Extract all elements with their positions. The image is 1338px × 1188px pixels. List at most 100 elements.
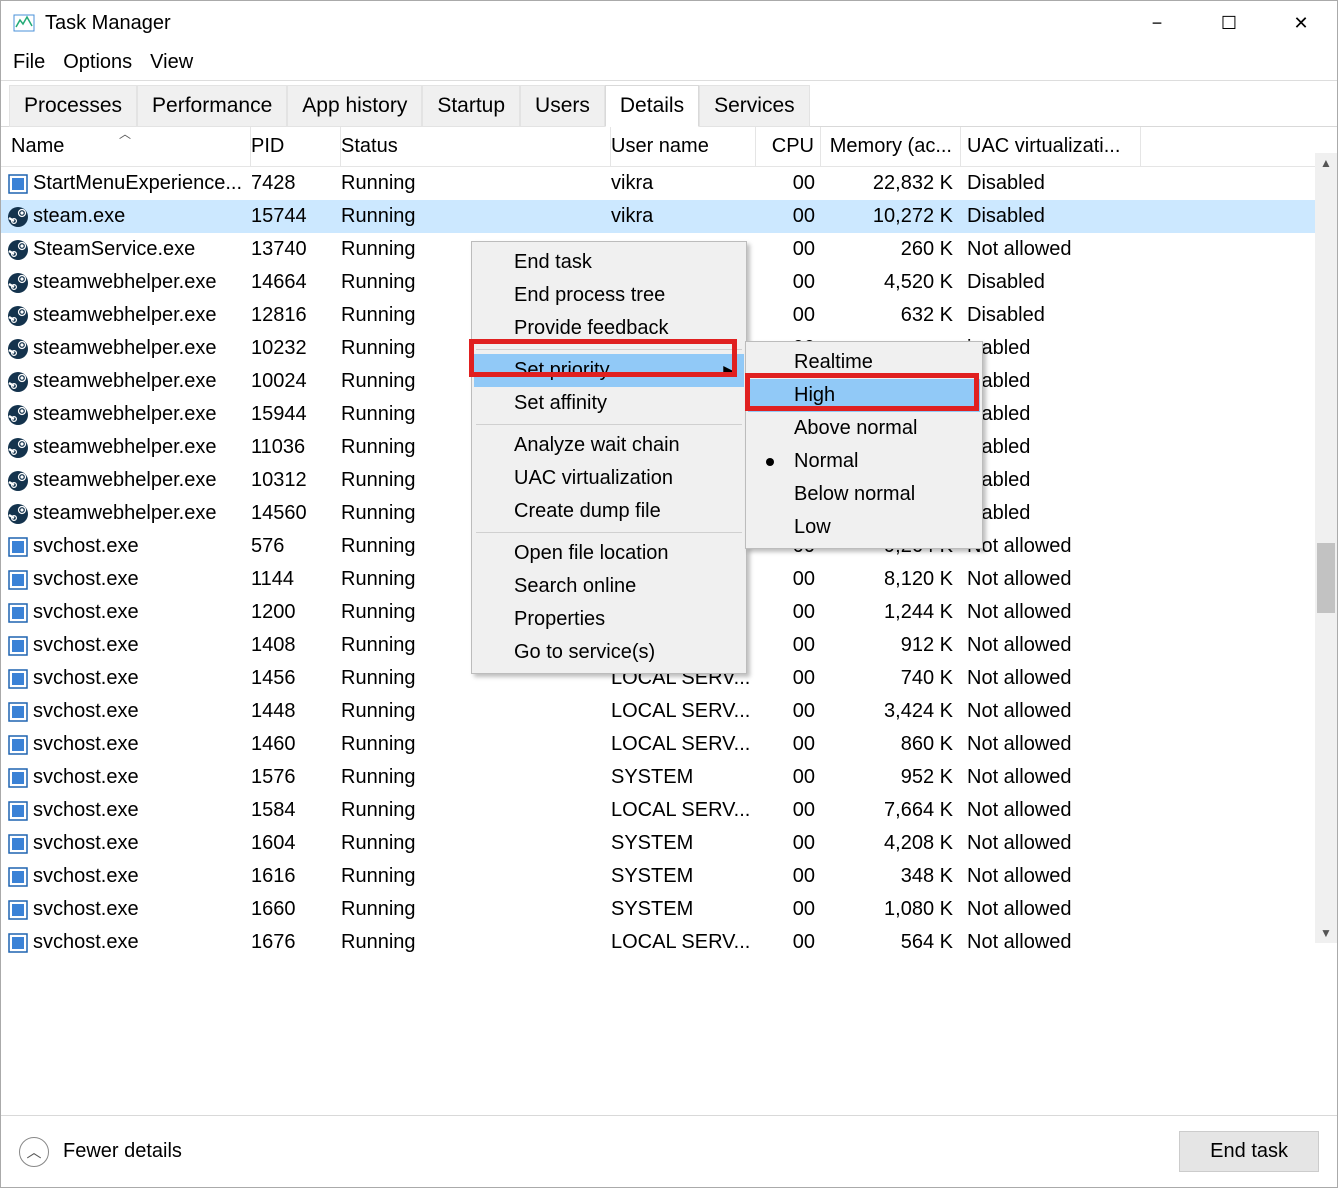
- titlebar: Task Manager − ☐ ✕: [1, 1, 1337, 45]
- menu-item[interactable]: Open file location: [474, 537, 744, 570]
- table-row[interactable]: svchost.exe1676RunningLOCAL SERV...00564…: [1, 926, 1337, 959]
- menu-item[interactable]: Create dump file: [474, 495, 744, 528]
- close-button[interactable]: ✕: [1265, 1, 1337, 45]
- submenu-item[interactable]: Above normal: [748, 412, 980, 445]
- table-row[interactable]: svchost.exe1584RunningLOCAL SERV...007,6…: [1, 794, 1337, 827]
- submenu-label: Normal: [794, 450, 858, 472]
- process-name: steamwebhelper.exe: [33, 436, 216, 459]
- process-cpu: 00: [756, 601, 821, 624]
- menubar: File Options View: [1, 45, 1337, 81]
- table-row[interactable]: svchost.exe1460RunningLOCAL SERV...00860…: [1, 728, 1337, 761]
- process-cpu: 00: [756, 667, 821, 690]
- process-cpu: 00: [756, 304, 821, 327]
- process-cpu: 00: [756, 700, 821, 723]
- process-memory: 4,520 K: [821, 271, 961, 294]
- col-status[interactable]: Status: [341, 127, 611, 166]
- menu-item[interactable]: Go to service(s): [474, 636, 744, 669]
- tabstrip: Processes Performance App history Startu…: [1, 81, 1337, 127]
- process-uac: isabled: [961, 469, 1141, 492]
- process-name: svchost.exe: [33, 568, 139, 591]
- process-user: LOCAL SERV...: [611, 733, 756, 756]
- submenu-item[interactable]: Low: [748, 511, 980, 544]
- menu-item[interactable]: End task: [474, 246, 744, 279]
- fewer-details-button[interactable]: ︿ Fewer details: [19, 1137, 182, 1167]
- process-name: svchost.exe: [33, 634, 139, 657]
- table-row[interactable]: svchost.exe1616RunningSYSTEM00348 KNot a…: [1, 860, 1337, 893]
- priority-submenu: Realtime High Above normal Normal Below norm…: [745, 341, 983, 549]
- submenu-label: High: [794, 384, 835, 406]
- checked-dot-icon: [766, 458, 774, 466]
- process-name: steamwebhelper.exe: [33, 469, 216, 492]
- process-memory: 8,120 K: [821, 568, 961, 591]
- tab-processes[interactable]: Processes: [9, 85, 137, 127]
- menu-item[interactable]: UAC virtualization: [474, 462, 744, 495]
- col-pid[interactable]: PID: [251, 127, 341, 166]
- process-uac: isabled: [961, 502, 1141, 525]
- tab-services[interactable]: Services: [699, 85, 810, 127]
- col-uac[interactable]: UAC virtualizati...: [961, 127, 1141, 166]
- table-row[interactable]: svchost.exe1660RunningSYSTEM001,080 KNot…: [1, 893, 1337, 926]
- process-icon: [7, 305, 29, 327]
- tab-performance[interactable]: Performance: [137, 85, 287, 127]
- process-pid: 1676: [251, 931, 341, 954]
- submenu-item[interactable]: Normal: [748, 445, 980, 478]
- process-name: steamwebhelper.exe: [33, 502, 216, 525]
- process-pid: 15944: [251, 403, 341, 426]
- tab-startup[interactable]: Startup: [422, 85, 520, 127]
- process-user: SYSTEM: [611, 766, 756, 789]
- submenu-item[interactable]: Below normal: [748, 478, 980, 511]
- col-user[interactable]: User name: [611, 127, 756, 166]
- menu-view[interactable]: View: [144, 49, 199, 76]
- process-status: Running: [341, 766, 611, 789]
- maximize-button[interactable]: ☐: [1193, 1, 1265, 45]
- process-pid: 15744: [251, 205, 341, 228]
- process-icon: [7, 800, 29, 822]
- end-task-button[interactable]: End task: [1179, 1131, 1319, 1172]
- table-row[interactable]: StartMenuExperience...7428Runningvikra00…: [1, 167, 1337, 200]
- tab-users[interactable]: Users: [520, 85, 605, 127]
- process-pid: 576: [251, 535, 341, 558]
- table-row[interactable]: svchost.exe1576RunningSYSTEM00952 KNot a…: [1, 761, 1337, 794]
- submenu-item[interactable]: Realtime: [748, 346, 980, 379]
- tab-details[interactable]: Details: [605, 85, 699, 127]
- process-pid: 1584: [251, 799, 341, 822]
- process-status: Running: [341, 733, 611, 756]
- process-pid: 1660: [251, 898, 341, 921]
- process-pid: 14560: [251, 502, 341, 525]
- minimize-button[interactable]: −: [1121, 1, 1193, 45]
- table-row[interactable]: svchost.exe1448RunningLOCAL SERV...003,4…: [1, 695, 1337, 728]
- process-uac: Not allowed: [961, 634, 1141, 657]
- tab-app-history[interactable]: App history: [287, 85, 422, 127]
- table-row[interactable]: steam.exe15744Runningvikra0010,272 KDisa…: [1, 200, 1337, 233]
- table-row[interactable]: svchost.exe1604RunningSYSTEM004,208 KNot…: [1, 827, 1337, 860]
- menu-item[interactable]: Analyze wait chain: [474, 429, 744, 462]
- col-name[interactable]: Name ︿: [1, 127, 251, 166]
- process-icon: [7, 371, 29, 393]
- scroll-up-icon[interactable]: ▲: [1315, 153, 1337, 173]
- col-cpu[interactable]: CPU: [756, 127, 821, 166]
- menu-item[interactable]: Search online: [474, 570, 744, 603]
- menu-file[interactable]: File: [7, 49, 51, 76]
- menu-item[interactable]: Provide feedback: [474, 312, 744, 345]
- process-memory: 10,272 K: [821, 205, 961, 228]
- vertical-scrollbar[interactable]: ▲ ▼: [1315, 153, 1337, 943]
- submenu-item[interactable]: High: [748, 379, 980, 412]
- process-status: Running: [341, 205, 611, 228]
- process-memory: 4,208 K: [821, 832, 961, 855]
- col-mem[interactable]: Memory (ac...: [821, 127, 961, 166]
- menu-item[interactable]: Properties: [474, 603, 744, 636]
- menu-options[interactable]: Options: [57, 49, 138, 76]
- scroll-down-icon[interactable]: ▼: [1315, 923, 1337, 943]
- process-cpu: 00: [756, 832, 821, 855]
- scrollbar-thumb[interactable]: [1317, 543, 1335, 613]
- menu-item[interactable]: Set priority▶: [474, 354, 744, 387]
- menu-item[interactable]: Set affinity: [474, 387, 744, 420]
- process-uac: isabled: [961, 337, 1141, 360]
- menu-item[interactable]: End process tree: [474, 279, 744, 312]
- process-uac: Disabled: [961, 271, 1141, 294]
- process-pid: 1460: [251, 733, 341, 756]
- process-name: svchost.exe: [33, 733, 139, 756]
- process-icon: [7, 767, 29, 789]
- process-uac: isabled: [961, 403, 1141, 426]
- process-pid: 1144: [251, 568, 341, 591]
